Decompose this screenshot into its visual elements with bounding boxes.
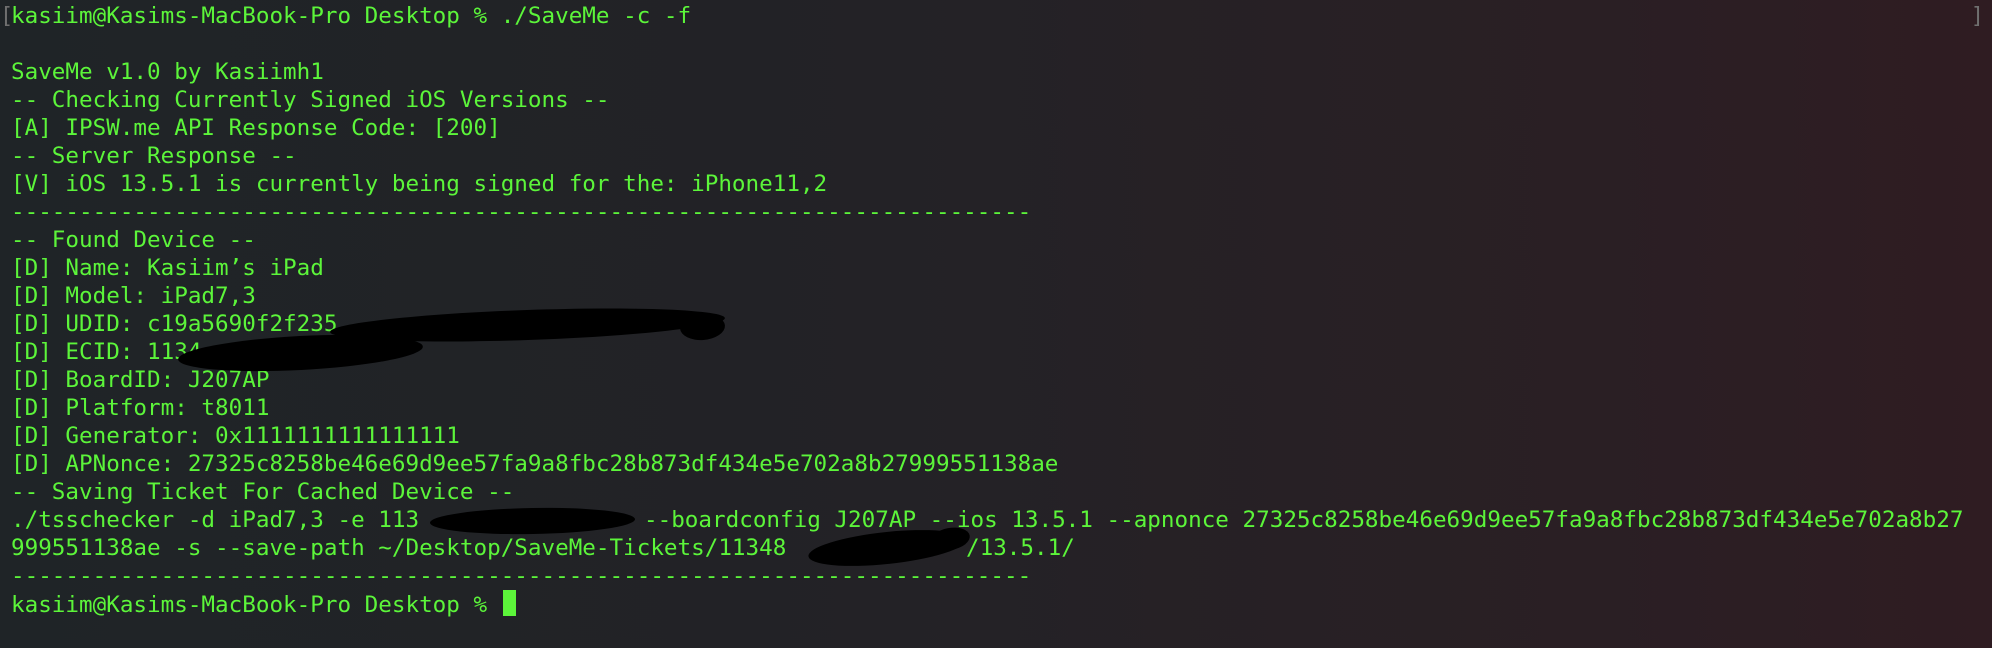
tsschecker-command-part1: ./tsschecker -d iPad7,3 -e 113 (11, 507, 420, 533)
redaction-ecid-command (429, 506, 636, 536)
device-generator: [D] Generator: 0x1111111111111111 (11, 423, 460, 449)
separator-line-bottom: ----------------------------------------… (11, 563, 1032, 589)
section-header-server-response: -- Server Response -- (11, 143, 297, 169)
command-line: kasiim@Kasims-MacBook-Pro Desktop % ./Sa… (11, 3, 692, 29)
save-path-part1: 999551138ae -s --save-path ~/Desktop/Sav… (11, 535, 787, 561)
api-response-code: [A] IPSW.me API Response Code: [200] (11, 115, 501, 141)
prompt-line[interactable]: kasiim@Kasims-MacBook-Pro Desktop % (11, 590, 516, 618)
section-header-saving-ticket: -- Saving Ticket For Cached Device -- (11, 479, 515, 505)
scroll-bracket-marker: ] (1970, 4, 1984, 29)
device-model: [D] Model: iPad7,3 (11, 283, 256, 309)
terminal-window[interactable]: [ ] kasiim@Kasims-MacBook-Pro Desktop % … (0, 0, 1992, 648)
device-platform: [D] Platform: t8011 (11, 395, 270, 421)
app-banner: SaveMe v1.0 by Kasiimh1 (11, 59, 324, 85)
device-apnonce: [D] APNonce: 27325c8258be46e69d9ee57fa9a… (11, 451, 1059, 477)
cursor-block (502, 590, 516, 616)
signed-version-line: [V] iOS 13.5.1 is currently being signed… (11, 171, 828, 197)
save-path-part2: /13.5.1/ (966, 535, 1075, 561)
prompt-text: kasiim@Kasims-MacBook-Pro Desktop % (11, 592, 501, 618)
section-header-found-device: -- Found Device -- (11, 227, 256, 253)
device-udid: [D] UDID: c19a5690f2f235 (11, 311, 338, 337)
section-header-signed-versions: -- Checking Currently Signed iOS Version… (11, 87, 610, 113)
separator-line: ----------------------------------------… (11, 199, 1032, 225)
tsschecker-command-part2: --boardconfig J207AP --ios 13.5.1 --apno… (644, 507, 1964, 533)
device-ecid: [D] ECID: 1134 (11, 339, 202, 365)
device-name: [D] Name: Kasiim’s iPad (11, 255, 324, 281)
